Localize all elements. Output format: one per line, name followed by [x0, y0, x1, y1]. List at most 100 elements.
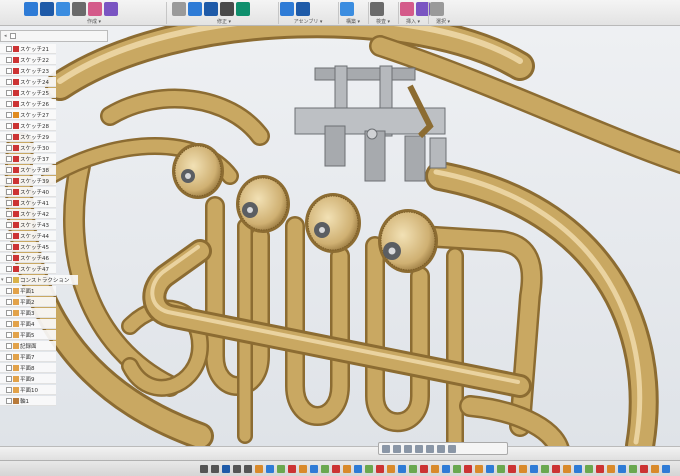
browser-item[interactable]: 記録面	[0, 341, 56, 351]
browser-item[interactable]: ▾ コンストラクション	[0, 275, 78, 285]
timeline-feature-icon[interactable]	[464, 464, 472, 473]
timeline-feature-icon[interactable]	[299, 464, 307, 473]
timeline-feature-icon[interactable]	[277, 464, 285, 473]
toolbar-group-label[interactable]: 挿入 ▾	[400, 18, 426, 25]
visibility-toggle-icon[interactable]	[6, 309, 12, 316]
visibility-toggle-icon[interactable]	[6, 276, 12, 283]
as-built-joint-icon[interactable]	[296, 2, 310, 16]
timeline-feature-icon[interactable]	[387, 464, 395, 473]
visibility-toggle-icon[interactable]	[6, 155, 12, 162]
timeline-feature-icon[interactable]	[431, 464, 439, 473]
display-settings-icon[interactable]	[426, 444, 434, 453]
expand-arrow-icon[interactable]	[1, 387, 5, 393]
browser-item[interactable]: スケッチ38	[0, 165, 56, 175]
expand-arrow-icon[interactable]	[1, 321, 5, 327]
expand-arrow-icon[interactable]: ▾	[1, 277, 5, 283]
visibility-toggle-icon[interactable]	[6, 265, 12, 272]
viewports-icon[interactable]	[448, 444, 456, 453]
visibility-toggle-icon[interactable]	[6, 210, 12, 217]
browser-item[interactable]: スケッチ37	[0, 154, 56, 164]
last-icon[interactable]	[244, 464, 252, 473]
timeline-feature-icon[interactable]	[618, 464, 626, 473]
box-icon[interactable]	[40, 2, 54, 16]
browser-item[interactable]: スケッチ41	[0, 198, 56, 208]
expand-arrow-icon[interactable]	[1, 343, 5, 349]
press-pull-icon[interactable]	[172, 2, 186, 16]
visibility-toggle-icon[interactable]	[6, 188, 12, 195]
browser-item[interactable]: 平面9	[0, 374, 56, 384]
extrude-icon[interactable]	[56, 2, 70, 16]
browser-item[interactable]: スケッチ43	[0, 220, 56, 230]
expand-arrow-icon[interactable]	[1, 46, 5, 52]
shell-icon[interactable]	[220, 2, 234, 16]
timeline-feature-icon[interactable]	[321, 464, 329, 473]
timeline-feature-icon[interactable]	[354, 464, 362, 473]
expand-arrow-icon[interactable]	[1, 266, 5, 272]
browser-item[interactable]: スケッチ42	[0, 209, 56, 219]
visibility-toggle-icon[interactable]	[6, 342, 12, 349]
toolbar-group-label[interactable]: 構築 ▾	[340, 18, 366, 25]
timeline-feature-icon[interactable]	[563, 464, 571, 473]
visibility-toggle-icon[interactable]	[6, 133, 12, 140]
timeline-feature-icon[interactable]	[596, 464, 604, 473]
form-icon[interactable]	[104, 2, 118, 16]
browser-item[interactable]: スケッチ40	[0, 187, 56, 197]
browser-item[interactable]: スケッチ46	[0, 253, 56, 263]
play-icon[interactable]	[222, 464, 230, 473]
visibility-toggle-icon[interactable]	[6, 122, 12, 129]
timeline-feature-icon[interactable]	[332, 464, 340, 473]
expand-arrow-icon[interactable]	[1, 79, 5, 85]
visibility-toggle-icon[interactable]	[6, 287, 12, 294]
timeline-feature-icon[interactable]	[409, 464, 417, 473]
toolbar-group-label[interactable]: 選択 ▾	[430, 18, 456, 25]
timeline-feature-icon[interactable]	[343, 464, 351, 473]
next-icon[interactable]	[233, 464, 241, 473]
first-icon[interactable]	[200, 464, 208, 473]
expand-arrow-icon[interactable]	[1, 134, 5, 140]
orbit-icon[interactable]	[382, 444, 390, 453]
timeline-feature-icon[interactable]	[552, 464, 560, 473]
visibility-toggle-icon[interactable]	[6, 386, 12, 393]
collapse-icon[interactable]: ◂	[4, 33, 8, 39]
timeline-feature-icon[interactable]	[266, 464, 274, 473]
expand-arrow-icon[interactable]	[1, 123, 5, 129]
browser-item[interactable]: スケッチ29	[0, 132, 56, 142]
expand-arrow-icon[interactable]	[1, 332, 5, 338]
timeline-feature-icon[interactable]	[255, 464, 263, 473]
browser-item[interactable]: スケッチ21	[0, 44, 56, 54]
timeline-feature-icon[interactable]	[651, 464, 659, 473]
visibility-toggle-icon[interactable]	[6, 397, 12, 404]
browser-item[interactable]: 平面1	[0, 286, 56, 296]
browser-item[interactable]: スケッチ24	[0, 77, 56, 87]
expand-arrow-icon[interactable]	[1, 156, 5, 162]
joint-icon[interactable]	[280, 2, 294, 16]
timeline-feature-icon[interactable]	[365, 464, 373, 473]
pan-icon[interactable]	[393, 444, 401, 453]
timeline-feature-icon[interactable]	[420, 464, 428, 473]
visibility-toggle-icon[interactable]	[6, 89, 12, 96]
expand-arrow-icon[interactable]	[1, 57, 5, 63]
visibility-toggle-icon[interactable]	[6, 243, 12, 250]
timeline-feature-icon[interactable]	[640, 464, 648, 473]
visibility-toggle-icon[interactable]	[6, 232, 12, 239]
expand-arrow-icon[interactable]	[1, 145, 5, 151]
visibility-toggle-icon[interactable]	[6, 221, 12, 228]
browser-item[interactable]: 平面3	[0, 308, 56, 318]
revolve-icon[interactable]	[72, 2, 86, 16]
timeline-feature-icon[interactable]	[475, 464, 483, 473]
expand-arrow-icon[interactable]	[1, 178, 5, 184]
timeline-feature-icon[interactable]	[662, 464, 670, 473]
timeline-feature-icon[interactable]	[398, 464, 406, 473]
new-sketch-icon[interactable]	[24, 2, 38, 16]
browser-item[interactable]: 平面2	[0, 297, 56, 307]
browser-item[interactable]: スケッチ45	[0, 242, 56, 252]
move-icon[interactable]	[236, 2, 250, 16]
timeline-feature-icon[interactable]	[486, 464, 494, 473]
toolbar-group-label[interactable]: 作成 ▾	[24, 18, 164, 25]
browser-item[interactable]: スケッチ26	[0, 99, 56, 109]
browser-item[interactable]: スケッチ30	[0, 143, 56, 153]
expand-arrow-icon[interactable]	[1, 376, 5, 382]
visibility-toggle-icon[interactable]	[6, 45, 12, 52]
timeline-feature-icon[interactable]	[497, 464, 505, 473]
expand-arrow-icon[interactable]	[1, 211, 5, 217]
